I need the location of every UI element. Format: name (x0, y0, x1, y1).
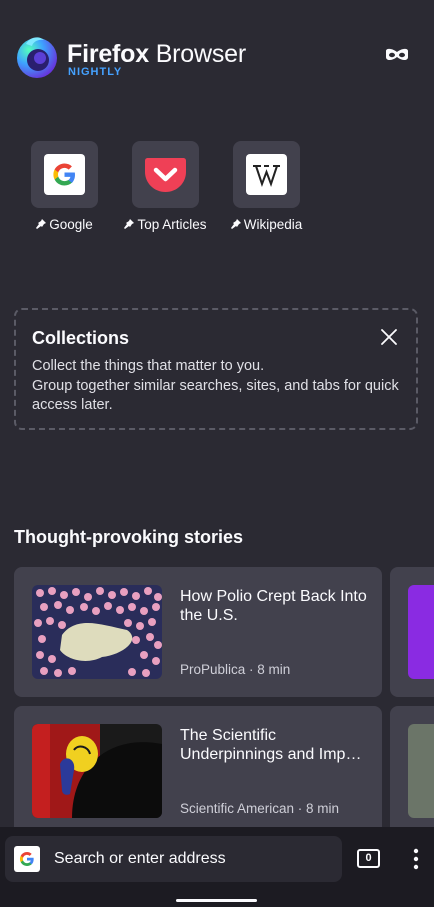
collections-description-line: Group together similar searches, sites, … (32, 377, 399, 414)
collections-card[interactable]: Collections Collect the things that matt… (14, 308, 418, 430)
top-site-tile (30, 141, 98, 208)
story-card[interactable]: The Scientific Underpinnings and Imp… Sc… (14, 706, 382, 836)
bottom-toolbar: Search or enter address 0 (0, 827, 434, 907)
collections-description-line: Collect the things that matter to you. (32, 358, 265, 374)
top-site-tile (232, 141, 300, 208)
story-thumbnail (408, 724, 434, 818)
top-site-top-articles[interactable]: Top Articles (110, 141, 220, 232)
top-site-tile (131, 141, 199, 208)
story-thumbnail (32, 724, 162, 818)
stories-heading: Thought-provoking stories (14, 527, 243, 547)
address-bar[interactable]: Search or enter address (5, 836, 342, 882)
app-header: Firefox Browser NIGHTLY (14, 32, 420, 84)
story-thumbnail (408, 585, 434, 679)
story-card[interactable]: How Polio Crept Back Into the U.S. ProPu… (14, 567, 382, 697)
story-title: The Scientific Underpinnings and Imp… (180, 727, 362, 763)
wikipedia-icon (245, 154, 287, 195)
top-site-label: Wikipedia (243, 217, 303, 232)
firefox-nightly-logo-icon (17, 37, 57, 78)
google-icon (43, 154, 85, 195)
story-read-time: 8 min (306, 801, 340, 816)
top-site-label: Top Articles (137, 217, 207, 232)
brand-name-bold: Firefox (67, 40, 149, 68)
story-thumbnail (32, 585, 162, 679)
pin-icon (36, 219, 47, 229)
search-engine-google-icon[interactable] (14, 846, 40, 872)
top-site-wikipedia[interactable]: Wikipedia (211, 141, 321, 232)
tab-counter-button[interactable]: 0 (357, 849, 380, 868)
story-title: How Polio Crept Back Into the U.S. (180, 588, 367, 624)
more-options-icon[interactable] (406, 847, 426, 871)
private-browsing-mask-icon[interactable] (384, 44, 410, 66)
story-card-partial[interactable] (390, 567, 434, 697)
top-site-label: Google (49, 217, 93, 232)
top-site-google[interactable]: Google (9, 141, 119, 232)
home-indicator[interactable] (176, 899, 257, 902)
collections-description: Collect the things that matter to you. G… (32, 357, 400, 416)
story-card-partial[interactable] (390, 706, 434, 836)
story-read-time: 8 min (257, 662, 291, 677)
story-meta: ProPublica · 8 min (180, 662, 291, 677)
story-source: Scientific American (180, 801, 295, 816)
pin-icon (124, 219, 135, 229)
story-source: ProPublica (180, 662, 246, 677)
close-icon[interactable] (380, 328, 398, 346)
pin-icon (230, 219, 241, 229)
collections-title: Collections (32, 328, 130, 348)
address-placeholder: Search or enter address (54, 850, 226, 867)
story-meta: Scientific American · 8 min (180, 801, 340, 816)
pocket-icon (144, 158, 186, 192)
brand-name-rest: Browser (148, 40, 247, 68)
brand-wordmark: Firefox Browser NIGHTLY (67, 40, 246, 78)
